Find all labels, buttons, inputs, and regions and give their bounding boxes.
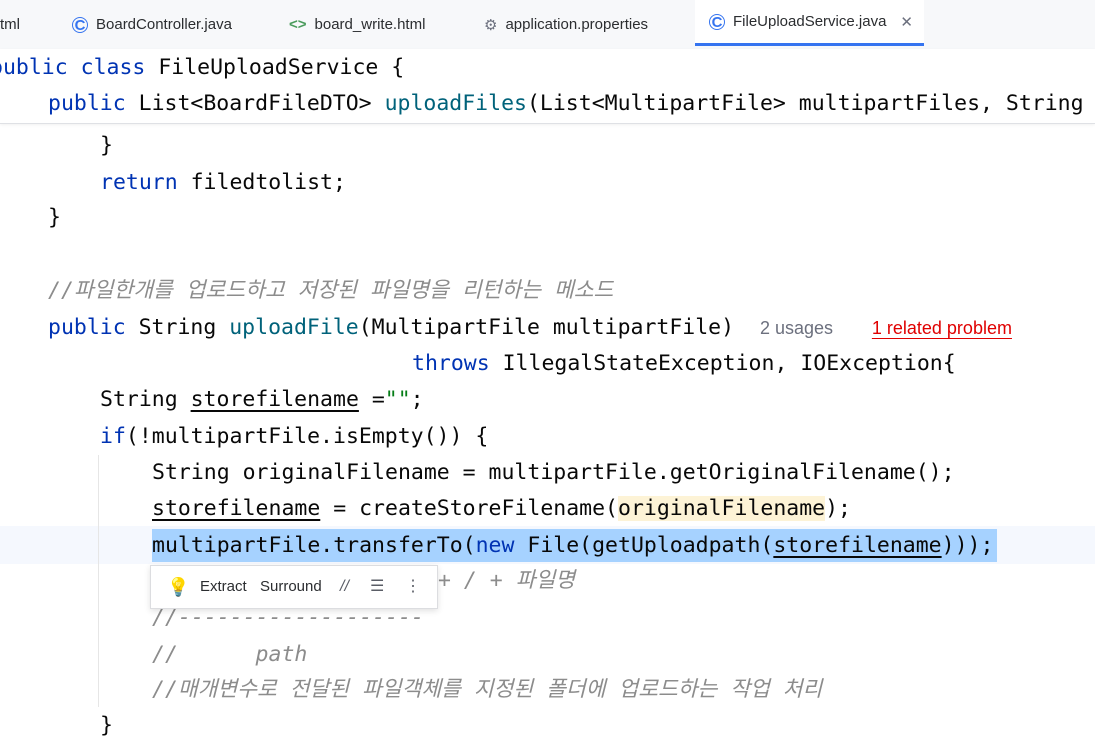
code-line[interactable]: } [48, 200, 61, 236]
code-comment[interactable]: // path [152, 637, 307, 673]
method-params: (MultipartFile multipartFile) [358, 315, 735, 340]
tab-label: application.properties [505, 16, 649, 33]
keyword: public [0, 55, 68, 80]
variable: storefilename [190, 387, 359, 412]
gear-icon: ⚙ [484, 16, 498, 34]
code-line[interactable]: String originalFilename = multipartFile.… [152, 455, 955, 491]
keyword: public [48, 315, 126, 340]
tab-label: FileUploadService.java [733, 13, 887, 30]
code-line[interactable]: } [100, 128, 113, 164]
html-icon: <> [289, 16, 307, 33]
class-icon: C [709, 13, 725, 30]
code-text: filedtolist; [177, 170, 346, 195]
code-line[interactable]: storefilename = createStoreFilename(orig… [152, 491, 851, 527]
more-options-icon[interactable]: ⋮ [405, 566, 421, 608]
string-literal: "" [384, 387, 411, 412]
usages-inlay[interactable]: 2 usages [760, 318, 833, 338]
code-line[interactable]: String storefilename =""; [100, 382, 424, 418]
reformat-icon[interactable]: ☰ [370, 566, 384, 608]
editor-tab-bar: tml C BoardController.java <> board_writ… [0, 0, 1095, 50]
brace: } [100, 713, 113, 738]
variable: storefilename [773, 533, 942, 558]
keyword: throws [412, 351, 490, 376]
method-signature-line[interactable]: public String uploadFile(MultipartFile m… [48, 310, 1012, 346]
close-icon[interactable]: ✕ [900, 13, 913, 31]
tab-file-upload-service[interactable]: C FileUploadService.java ✕ [695, 0, 924, 46]
sticky-class-line[interactable]: public class FileUploadService { [0, 50, 404, 86]
code-text: = [358, 387, 385, 412]
keyword: if [100, 424, 126, 449]
code-text: multipartFile.transferTo( [152, 533, 476, 558]
code-text: (!multipartFile.isEmpty()) { [125, 424, 489, 449]
brace: } [100, 133, 113, 158]
throws-line[interactable]: throws IllegalStateException, IOExceptio… [412, 346, 956, 382]
code-text: = createStoreFilename( [320, 496, 618, 521]
sticky-method-line[interactable]: public List<BoardFileDTO> uploadFiles(Li… [48, 86, 1084, 122]
highlighted-usage: originalFilename [618, 496, 826, 521]
extract-button[interactable]: Extract [200, 566, 247, 608]
variable: storefilename [152, 496, 321, 521]
code-comment[interactable]: //파일한개를 업로드하고 저장된 파일명을 리턴하는 메소드 [48, 273, 613, 309]
method-params: (List<MultipartFile> multipartFiles, Str… [526, 91, 1084, 116]
tab-board-write[interactable]: <> board_write.html [289, 0, 425, 49]
code-text: File(getUploadpath( [514, 533, 774, 558]
keyword: return [100, 170, 178, 195]
method-name: uploadFiles [384, 91, 527, 116]
code-comment[interactable]: //매개변수로 전달된 파일객체를 지정된 폴더에 업로드하는 작업 처리 [152, 672, 822, 708]
tab-partial-html[interactable]: tml [0, 0, 20, 49]
method-name: uploadFile [229, 315, 359, 340]
tab-label: BoardController.java [96, 16, 232, 33]
keyword: new [475, 533, 515, 558]
related-problem-link[interactable]: 1 related problem [872, 318, 1012, 338]
tab-label: tml [0, 16, 20, 33]
code-text: ); [825, 496, 851, 521]
code-text: ))); [941, 533, 994, 558]
code-line[interactable]: if(!multipartFile.isEmpty()) { [100, 419, 488, 455]
code-comment[interactable]: + / + 파일명 [438, 563, 575, 599]
keyword: class [80, 55, 146, 80]
lightbulb-icon[interactable]: 💡 [167, 566, 189, 608]
floating-code-toolbar: 💡 Extract Surround // ☰ ⋮ [150, 565, 438, 609]
indent-guide [98, 455, 99, 707]
tab-application-properties[interactable]: ⚙ application.properties [484, 0, 648, 49]
code-text: ; [410, 387, 424, 412]
code-text: IllegalStateException, IOException{ [489, 351, 956, 376]
type-name: List<BoardFileDTO> [138, 91, 372, 116]
type-name: String [100, 387, 191, 412]
tab-board-controller[interactable]: C BoardController.java [72, 0, 232, 49]
keyword: public [48, 91, 126, 116]
code-line[interactable]: return filedtolist; [100, 165, 346, 201]
surround-button[interactable]: Surround [260, 566, 322, 608]
selected-code-line[interactable]: multipartFile.transferTo(new File(getUpl… [152, 528, 993, 564]
comment-icon[interactable]: // [340, 566, 349, 608]
class-name: FileUploadService { [158, 55, 405, 80]
brace: } [48, 205, 61, 230]
class-icon: C [72, 16, 88, 33]
tab-label: board_write.html [314, 16, 426, 33]
type-name: String [125, 315, 230, 340]
code-line[interactable]: } [100, 708, 113, 744]
sticky-lines: public class FileUploadService { public … [0, 49, 1095, 124]
